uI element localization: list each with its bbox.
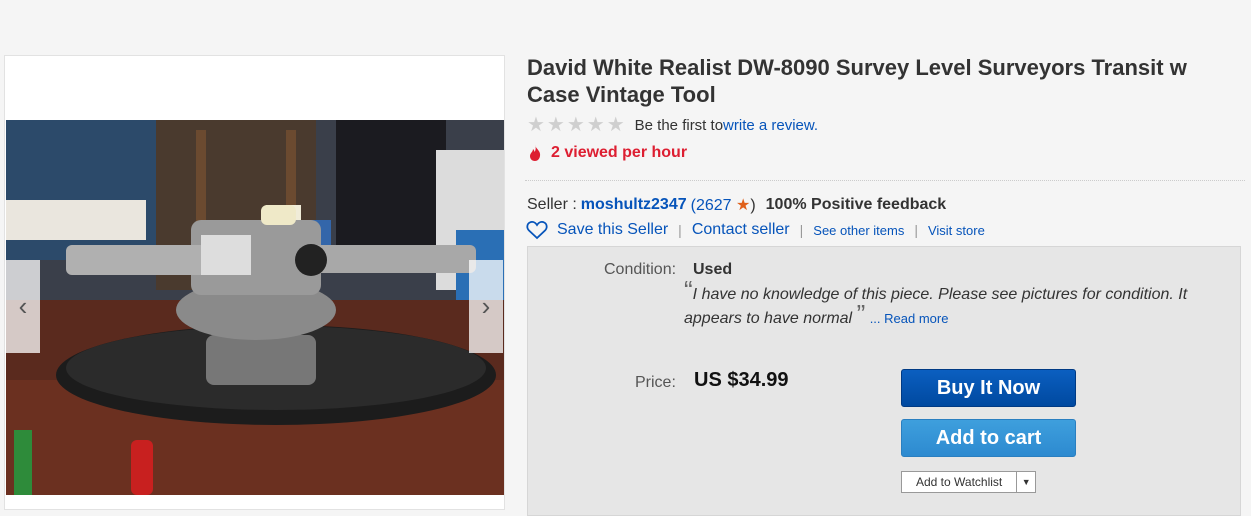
heart-icon[interactable]	[526, 220, 548, 240]
score-value: 2627	[695, 197, 732, 214]
next-image-button[interactable]: ›	[469, 260, 503, 353]
condition-label: Condition:	[604, 261, 677, 278]
contact-seller-link[interactable]: Contact seller	[692, 221, 790, 239]
seller-name-link[interactable]: moshultz2347	[581, 196, 687, 214]
viewed-text: 2 viewed per hour	[551, 144, 688, 161]
product-photo[interactable]	[6, 120, 504, 495]
visit-store-link[interactable]: Visit store	[928, 223, 985, 238]
section-divider	[525, 180, 1245, 181]
separator: |	[678, 222, 682, 238]
separator: |	[799, 222, 804, 238]
see-other-items-link[interactable]: See other items	[813, 223, 904, 238]
seller-info: Seller : moshultz2347 (2627 ★) 100% Posi…	[527, 195, 946, 215]
watchlist-dropdown-button[interactable]: ▼	[1017, 472, 1035, 492]
seller-actions: Save this Seller | Contact seller | See …	[526, 220, 985, 240]
condition-value: Used	[693, 261, 733, 278]
viewed-indicator: 2 viewed per hour	[527, 144, 687, 162]
purchase-box: Condition: Used “I have no knowledge of …	[527, 246, 1241, 516]
chevron-down-icon: ▼	[1021, 477, 1031, 487]
rating-prefix: Be the first to	[634, 116, 724, 134]
save-seller-link[interactable]: Save this Seller	[557, 221, 668, 239]
seller-label: Seller :	[527, 196, 577, 213]
previous-image-button[interactable]: ‹	[6, 260, 40, 353]
add-to-cart-button[interactable]: Add to cart	[901, 419, 1076, 457]
seller-score[interactable]: (2627 ★)	[691, 195, 756, 215]
write-review-link[interactable]: write a review.	[723, 117, 818, 134]
add-to-watchlist-button[interactable]: Add to Watchlist	[902, 472, 1018, 492]
price-value: US $34.99	[694, 369, 789, 391]
score-close: )	[750, 197, 756, 214]
separator: |	[914, 222, 918, 238]
item-title: David White Realist DW-8090 Survey Level…	[527, 55, 1187, 107]
rating-row: ★★★★★ Be the first to write a review.	[527, 115, 818, 135]
open-quote-icon: “	[684, 275, 693, 305]
price-label: Price:	[635, 374, 676, 391]
read-more-link[interactable]: ... Read more	[870, 311, 949, 326]
chevron-left-icon: ‹	[18, 291, 28, 321]
positive-feedback: 100% Positive feedback	[765, 196, 947, 213]
image-gallery: ‹ ›	[4, 55, 505, 510]
condition-description: “I have no knowledge of this piece. Plea…	[684, 277, 1214, 331]
close-quote-icon: ”	[856, 299, 866, 329]
product-photo-image	[6, 120, 504, 495]
rating-stars-icon: ★★★★★	[527, 114, 627, 136]
chevron-right-icon: ›	[481, 291, 491, 321]
watchlist-control: Add to Watchlist ▼	[901, 471, 1037, 493]
fire-icon	[530, 145, 541, 161]
buy-it-now-button[interactable]: Buy It Now	[901, 369, 1076, 407]
star-icon: ★	[735, 197, 751, 214]
